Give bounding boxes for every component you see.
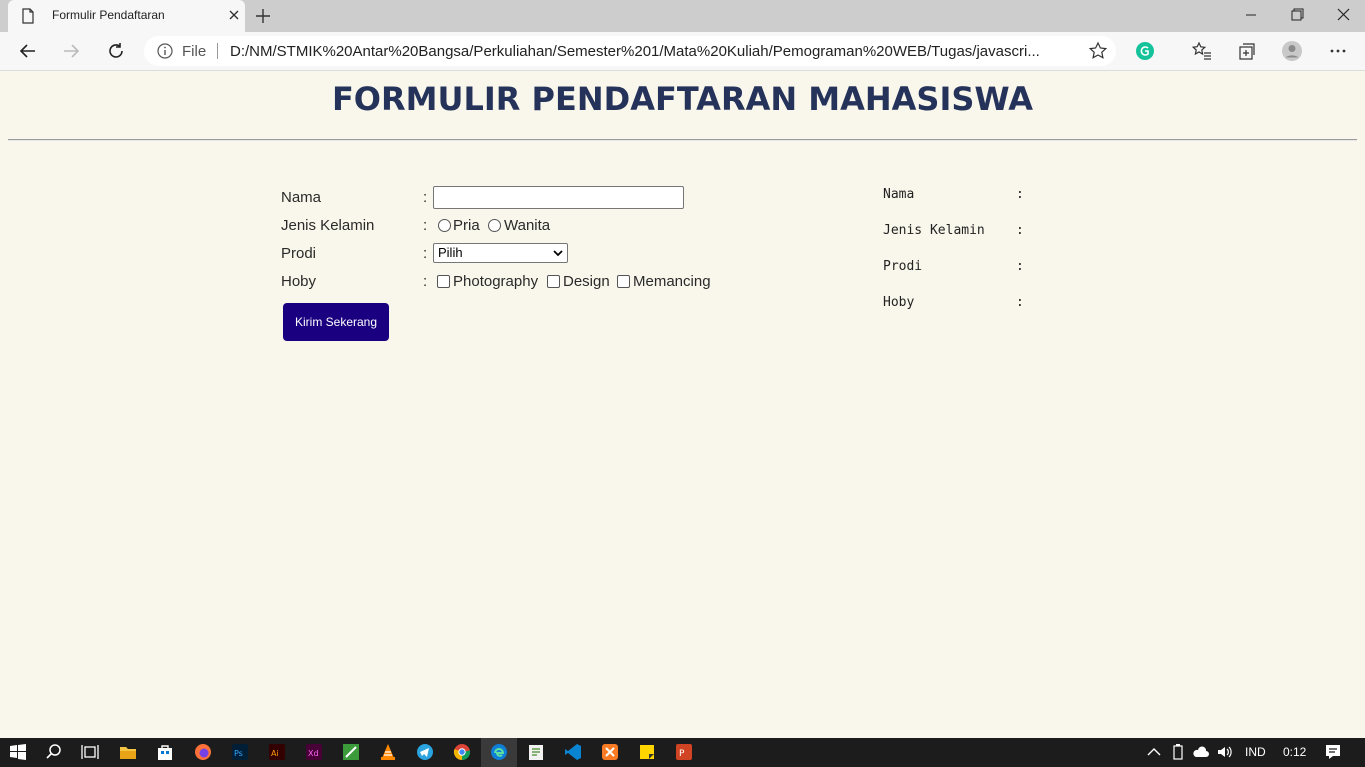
tab-bar: Formulir Pendaftaran [0, 0, 1365, 32]
address-url[interactable]: D:/NM/STMIK%20Antar%20Bangsa/Perkuliahan… [230, 43, 1070, 60]
cloud-icon[interactable] [1192, 743, 1210, 761]
star-icon[interactable] [1088, 41, 1108, 61]
nama-colon: : [423, 189, 428, 206]
design-label[interactable]: Design [563, 273, 610, 290]
address-scheme: File [182, 43, 207, 60]
close-window-icon[interactable] [1333, 6, 1353, 24]
output-hoby-label: Hoby [883, 295, 915, 310]
output-prodi-colon: : [1016, 259, 1024, 274]
prodi-selected-value: Pilih [438, 245, 463, 260]
xd-icon[interactable]: Xd [305, 743, 323, 761]
photography-label[interactable]: Photography [453, 273, 538, 290]
xampp-icon[interactable] [601, 743, 619, 761]
taskbar: Ps Ai Xd P IND 0:12 [0, 738, 1365, 767]
info-icon[interactable] [156, 42, 174, 60]
windows-start-icon[interactable] [9, 743, 27, 761]
search-icon[interactable] [45, 743, 63, 761]
kirim-sekerang-button[interactable]: Kirim Sekerang [283, 303, 389, 341]
browser-tab[interactable]: Formulir Pendaftaran [8, 0, 245, 32]
photoshop-icon[interactable]: Ps [231, 743, 249, 761]
browser-toolbar: File D:/NM/STMIK%20Antar%20Bangsa/Perkul… [0, 32, 1365, 71]
telegram-icon[interactable] [416, 743, 434, 761]
tab-title: Formulir Pendaftaran [52, 8, 165, 22]
powerpoint-icon[interactable]: P [675, 743, 693, 761]
grammarly-icon[interactable] [1134, 40, 1156, 62]
memancing-checkbox[interactable] [617, 275, 630, 288]
file-explorer-icon[interactable] [119, 743, 137, 761]
output-jenis-kelamin-label: Jenis Kelamin [883, 223, 985, 238]
chrome-icon[interactable] [453, 743, 471, 761]
photography-checkbox[interactable] [437, 275, 450, 288]
page-icon [22, 8, 34, 24]
close-icon[interactable] [226, 7, 242, 23]
more-icon[interactable] [1327, 40, 1349, 62]
horizontal-rule [8, 139, 1357, 141]
favorites-icon[interactable] [1191, 40, 1213, 62]
battery-icon[interactable] [1169, 743, 1187, 761]
pria-radio[interactable] [438, 219, 451, 232]
volume-icon[interactable] [1216, 743, 1234, 761]
plus-icon[interactable] [254, 7, 272, 25]
wanita-label[interactable]: Wanita [504, 217, 550, 234]
refresh-icon[interactable] [105, 40, 127, 62]
forward-arrow-icon[interactable] [60, 40, 82, 62]
collections-icon[interactable] [1236, 40, 1258, 62]
hoby-label: Hoby [281, 273, 317, 290]
chevron-down-icon [553, 250, 563, 257]
jenis-kelamin-colon: : [423, 217, 428, 234]
vscode-icon[interactable] [564, 743, 582, 761]
back-arrow-icon[interactable] [17, 40, 39, 62]
page-title: FORMULIR PENDAFTARAN MAHASISWA [331, 80, 1034, 118]
firefox-icon[interactable] [194, 743, 212, 761]
design-checkbox[interactable] [547, 275, 560, 288]
svg-text:Xd: Xd [308, 749, 319, 758]
pria-label[interactable]: Pria [453, 217, 480, 234]
notepad-icon[interactable] [342, 743, 360, 761]
illustrator-icon[interactable]: Ai [268, 743, 286, 761]
hoby-colon: : [423, 273, 428, 290]
jenis-kelamin-label: Jenis Kelamin [281, 217, 375, 234]
output-nama-colon: : [1016, 187, 1024, 202]
output-prodi-label: Prodi [883, 259, 923, 274]
output-hoby-colon: : [1016, 295, 1024, 310]
address-separator [217, 43, 218, 59]
nama-input[interactable] [433, 186, 684, 209]
task-view-icon[interactable] [81, 743, 99, 761]
restore-icon[interactable] [1287, 6, 1307, 24]
wanita-radio[interactable] [488, 219, 501, 232]
clock[interactable]: 0:12 [1283, 745, 1306, 759]
chevron-up-icon[interactable] [1145, 743, 1163, 761]
sticky-notes-icon[interactable] [638, 743, 656, 761]
memancing-label[interactable]: Memancing [633, 273, 711, 290]
svg-text:Ai: Ai [271, 749, 279, 758]
notification-icon[interactable] [1324, 743, 1342, 761]
edge-icon[interactable] [490, 743, 508, 761]
prodi-label: Prodi [281, 245, 317, 262]
vlc-icon[interactable] [379, 743, 397, 761]
output-jenis-kelamin-colon: : [1016, 223, 1024, 238]
notes-icon[interactable] [527, 743, 545, 761]
output-nama-label: Nama [883, 187, 915, 202]
prodi-select[interactable]: Pilih [433, 243, 568, 263]
svg-text:Ps: Ps [234, 749, 243, 758]
profile-icon[interactable] [1281, 40, 1303, 62]
nama-label: Nama [281, 189, 322, 206]
store-icon[interactable] [156, 743, 174, 761]
minimize-icon[interactable] [1241, 6, 1261, 24]
language-indicator[interactable]: IND [1245, 745, 1266, 759]
svg-text:P: P [679, 749, 685, 759]
prodi-colon: : [423, 245, 428, 262]
address-bar[interactable]: File D:/NM/STMIK%20Antar%20Bangsa/Perkul… [144, 36, 1116, 66]
